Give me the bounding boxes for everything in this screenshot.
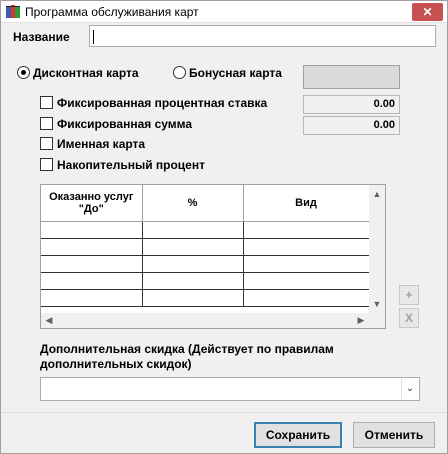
table-cell[interactable] <box>41 289 143 307</box>
named-card-checkbox[interactable] <box>40 137 53 150</box>
column-header-type[interactable]: Вид <box>243 185 370 222</box>
footer-divider <box>1 412 447 413</box>
save-button[interactable]: Сохранить <box>254 422 342 448</box>
table-cell[interactable] <box>142 238 244 256</box>
fixed-sum-value[interactable]: 0.00 <box>303 116 400 135</box>
fixed-rate-label[interactable]: Фиксированная процентная ставка <box>57 96 267 110</box>
fixed-sum-checkbox[interactable] <box>40 117 53 130</box>
table-row[interactable] <box>41 238 370 256</box>
name-input[interactable] <box>89 25 436 47</box>
table-cell[interactable] <box>243 289 370 307</box>
discount-card-radio[interactable] <box>17 66 30 79</box>
cancel-button[interactable]: Отменить <box>353 422 435 448</box>
app-icon <box>6 5 20 18</box>
discount-table[interactable]: Оказанно услуг "До" % Вид ▲ ▼ ◀ ▶ <box>40 184 386 329</box>
close-button[interactable]: ✕ <box>412 3 443 21</box>
table-cell[interactable] <box>41 272 143 290</box>
scroll-left-icon[interactable]: ◀ <box>41 313 57 327</box>
fixed-rate-value[interactable]: 0.00 <box>303 95 400 114</box>
table-cell[interactable] <box>243 238 370 256</box>
table-cell[interactable] <box>142 221 244 239</box>
name-label: Название <box>13 30 70 44</box>
title-bar: Программа обслуживания карт ✕ <box>1 1 447 23</box>
table-header-row: Оказанно услуг "До" % Вид <box>41 185 370 222</box>
column-header-services[interactable]: Оказанно услуг "До" <box>41 185 143 222</box>
table-row[interactable] <box>41 272 370 290</box>
cumulative-percent-checkbox[interactable] <box>40 158 53 171</box>
program-window: Программа обслуживания карт ✕ Название Д… <box>0 0 448 454</box>
scroll-right-icon[interactable]: ▶ <box>353 313 369 327</box>
column-header-percent[interactable]: % <box>142 185 244 222</box>
fixed-rate-checkbox[interactable] <box>40 96 53 109</box>
cumulative-percent-label[interactable]: Накопительный процент <box>57 158 205 172</box>
discount-card-label[interactable]: Дисконтная карта <box>33 66 139 80</box>
table-cell[interactable] <box>243 272 370 290</box>
table-cell[interactable] <box>41 255 143 273</box>
add-row-button[interactable]: + <box>399 285 419 305</box>
table-cell[interactable] <box>142 255 244 273</box>
text-caret <box>93 30 94 44</box>
extra-discount-label: Дополнительная скидка (Действует по прав… <box>40 342 334 371</box>
table-cell[interactable] <box>41 221 143 239</box>
table-row[interactable] <box>41 289 370 307</box>
remove-row-button[interactable]: X <box>399 308 419 328</box>
scroll-down-icon[interactable]: ▼ <box>369 297 385 311</box>
table-row[interactable] <box>41 255 370 273</box>
window-title: Программа обслуживания карт <box>25 5 199 19</box>
fixed-sum-label[interactable]: Фиксированная сумма <box>57 117 192 131</box>
chevron-down-icon[interactable]: ⌄ <box>401 379 418 399</box>
bonus-card-label[interactable]: Бонусная карта <box>189 66 282 80</box>
extra-discount-select[interactable]: ⌄ <box>40 377 420 401</box>
color-swatch[interactable] <box>303 65 400 89</box>
horizontal-scrollbar[interactable]: ◀ ▶ <box>41 313 385 328</box>
vertical-scrollbar[interactable]: ▲ ▼ <box>369 185 385 313</box>
table-row[interactable] <box>41 221 370 239</box>
table-cell[interactable] <box>142 272 244 290</box>
table-cell[interactable] <box>243 255 370 273</box>
scroll-up-icon[interactable]: ▲ <box>369 187 385 201</box>
bonus-card-radio[interactable] <box>173 66 186 79</box>
named-card-label[interactable]: Именная карта <box>57 137 145 151</box>
table-cell[interactable] <box>142 289 244 307</box>
table-cell[interactable] <box>243 221 370 239</box>
table-cell[interactable] <box>41 238 143 256</box>
